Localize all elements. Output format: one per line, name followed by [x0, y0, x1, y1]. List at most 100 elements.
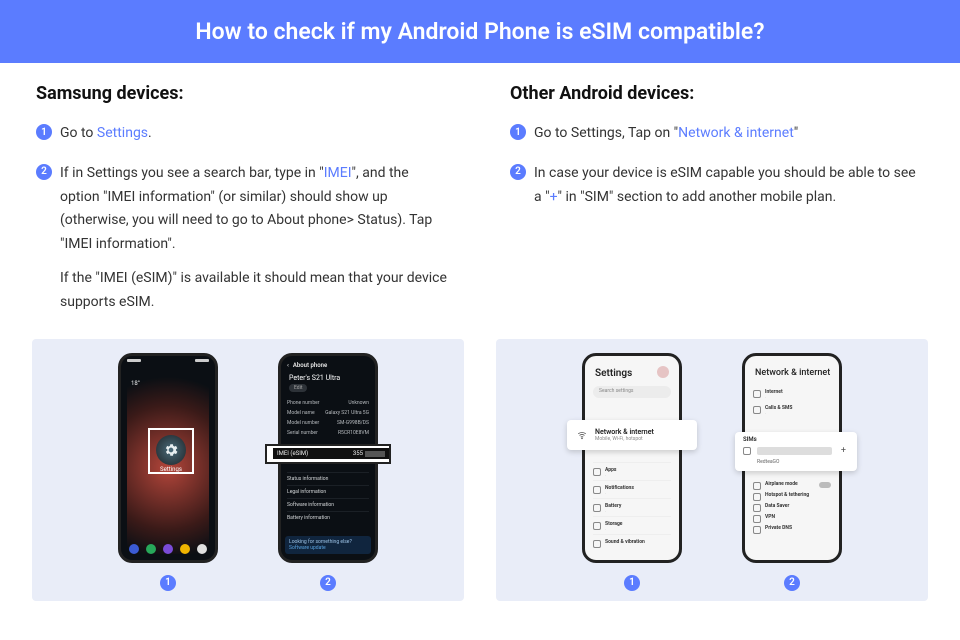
other-heading: Other Android devices: — [510, 83, 924, 104]
network-callout: Network & internet Mobile, Wi-Fi, hotspo… — [567, 420, 697, 450]
status-bar — [127, 359, 209, 365]
phone-number-badge: 1 — [160, 575, 176, 591]
plus-icon: + — [838, 446, 849, 456]
toggle-icon — [819, 482, 831, 488]
step-number-badge: 1 — [510, 124, 526, 140]
imei-label: IMEI (eSIM) — [277, 450, 308, 457]
network-internet-link[interactable]: Network & internet — [678, 125, 794, 141]
list-item: Software information — [287, 498, 369, 511]
info-rows: Phone number Unknown Model name Galaxy S21… — [287, 398, 369, 438]
wifi-icon — [577, 430, 587, 440]
page-header: How to check if my Android Phone is eSIM… — [0, 0, 960, 63]
sim-name: RedteaGO — [757, 459, 849, 465]
text: " in "SIM" section to add another mobile… — [558, 189, 837, 205]
samsung-panel: 18° Settings 1 About phone Peter's S21 U… — [32, 339, 464, 601]
row-val: SM-G998B/DS — [337, 420, 369, 426]
samsung-step-1: 1 Go to Settings. — [36, 122, 450, 146]
text: " — [794, 125, 798, 141]
step-number-badge: 2 — [36, 164, 52, 180]
prompt-sub: Software update — [289, 545, 367, 551]
content-columns: Samsung devices: 1 Go to Settings. 2 If … — [0, 63, 960, 331]
samsung-column: Samsung devices: 1 Go to Settings. 2 If … — [36, 83, 450, 331]
row-key: Phone number — [287, 400, 319, 406]
redacted-mask — [365, 451, 385, 457]
row-key: Serial number — [287, 430, 318, 436]
phone-number-badge: 2 — [784, 575, 800, 591]
network-sub: Mobile, Wi-Fi, hotspot — [595, 436, 654, 442]
samsung-phone-1-block: 18° Settings 1 — [118, 353, 218, 591]
row-key: Model name — [287, 410, 315, 416]
samsung-step-2: 2 If in Settings you see a search bar, t… — [36, 162, 450, 315]
about-phone-title: About phone — [281, 356, 375, 373]
text: . — [148, 125, 152, 141]
network-list-bottom: Airplane mode Hotspot & tethering Data S… — [753, 478, 831, 533]
text: Go to — [60, 125, 97, 141]
list-item: Internet· — [753, 386, 831, 402]
network-title: Network & internet — [755, 368, 830, 378]
samsung-phone-home: 18° Settings — [118, 353, 218, 563]
other-step-1: 1 Go to Settings, Tap on "Network & inte… — [510, 122, 924, 146]
redacted-mask — [757, 447, 832, 455]
samsung-phone-2-block: About phone Peter's S21 Ultra Edit Phone… — [278, 353, 378, 591]
avatar — [657, 366, 669, 378]
search-prompt: Looking for something else? Software upd… — [285, 536, 371, 554]
row-key: Model number — [287, 420, 319, 426]
other-phone-1-block: Settings Search settings Network & inter… — [582, 353, 682, 591]
settings-title: Settings — [595, 368, 632, 379]
dock — [129, 544, 207, 554]
settings-link[interactable]: Settings — [97, 125, 148, 141]
step-number-badge: 1 — [36, 124, 52, 140]
sims-header: SIMs — [743, 436, 849, 443]
page-title: How to check if my Android Phone is eSIM… — [0, 18, 960, 45]
list-item: Private DNS — [753, 522, 831, 533]
text: Go to Settings, Tap on " — [534, 125, 678, 141]
imei-esim-callout: IMEI (eSIM) 355 — [265, 444, 391, 464]
samsung-phone-about: About phone Peter's S21 Ultra Edit Phone… — [278, 353, 378, 563]
settings-tile: Settings — [148, 428, 194, 474]
phone-number-badge: 1 — [624, 575, 640, 591]
imei-value: 355 — [353, 450, 363, 457]
other-phone-settings: Settings Search settings Network & inter… — [582, 353, 682, 563]
about-list: Status information Legal information Sof… — [287, 472, 369, 524]
search-bar: Search settings — [593, 386, 671, 398]
samsung-heading: Samsung devices: — [36, 83, 450, 104]
network-title: Network & internet — [595, 428, 654, 436]
text: If the "IMEI (eSIM)" is available it sho… — [60, 267, 450, 315]
other-phone-2-block: Network & internet Internet· Calls & SMS… — [742, 353, 842, 591]
sim-icon — [743, 447, 751, 455]
list-item: Sound & vibration — [593, 534, 671, 547]
list-item: Apps· — [593, 462, 671, 480]
step-number-badge: 2 — [510, 164, 526, 180]
row-val: Unknown — [348, 400, 369, 406]
weather-widget: 18° — [131, 380, 140, 387]
list-item: Battery· — [593, 498, 671, 516]
edit-pill: Edit — [289, 384, 307, 392]
list-item: Status information — [287, 472, 369, 485]
text: If in Settings you see a search bar, typ… — [60, 165, 324, 181]
phone-number-badge: 2 — [320, 575, 336, 591]
list-item: Hotspot & tethering — [753, 489, 831, 500]
list-item: Storage· — [593, 516, 671, 534]
other-step-2: 2 In case your device is eSIM capable yo… — [510, 162, 924, 210]
list-item: Airplane mode — [753, 478, 831, 489]
row-val: R5CR10E8VM — [338, 430, 369, 436]
sims-callout: SIMs + RedteaGO — [735, 432, 857, 471]
screenshot-panels: 18° Settings 1 About phone Peter's S21 U… — [0, 339, 960, 601]
list-item: Notifications· — [593, 480, 671, 498]
gear-icon — [156, 435, 186, 465]
row-val: Galaxy S21 Ultra 5G — [325, 410, 369, 416]
device-name: Peter's S21 Ultra — [289, 374, 340, 382]
settings-tile-label: Settings — [150, 466, 192, 473]
list-item: Data Saver — [753, 500, 831, 511]
other-column: Other Android devices: 1 Go to Settings,… — [510, 83, 924, 331]
other-panel: Settings Search settings Network & inter… — [496, 339, 928, 601]
other-phone-network: Network & internet Internet· Calls & SMS… — [742, 353, 842, 563]
list-item: Legal information — [287, 485, 369, 498]
settings-list: Apps· Notifications· Battery· Storage· S… — [593, 462, 671, 547]
imei-link[interactable]: IMEI — [324, 165, 352, 181]
list-item: VPN — [753, 511, 831, 522]
list-item: Calls & SMS· — [753, 402, 831, 418]
list-item: Battery information — [287, 511, 369, 524]
network-list-top: Internet· Calls & SMS· — [753, 386, 831, 418]
plus-link[interactable]: + — [550, 189, 558, 205]
